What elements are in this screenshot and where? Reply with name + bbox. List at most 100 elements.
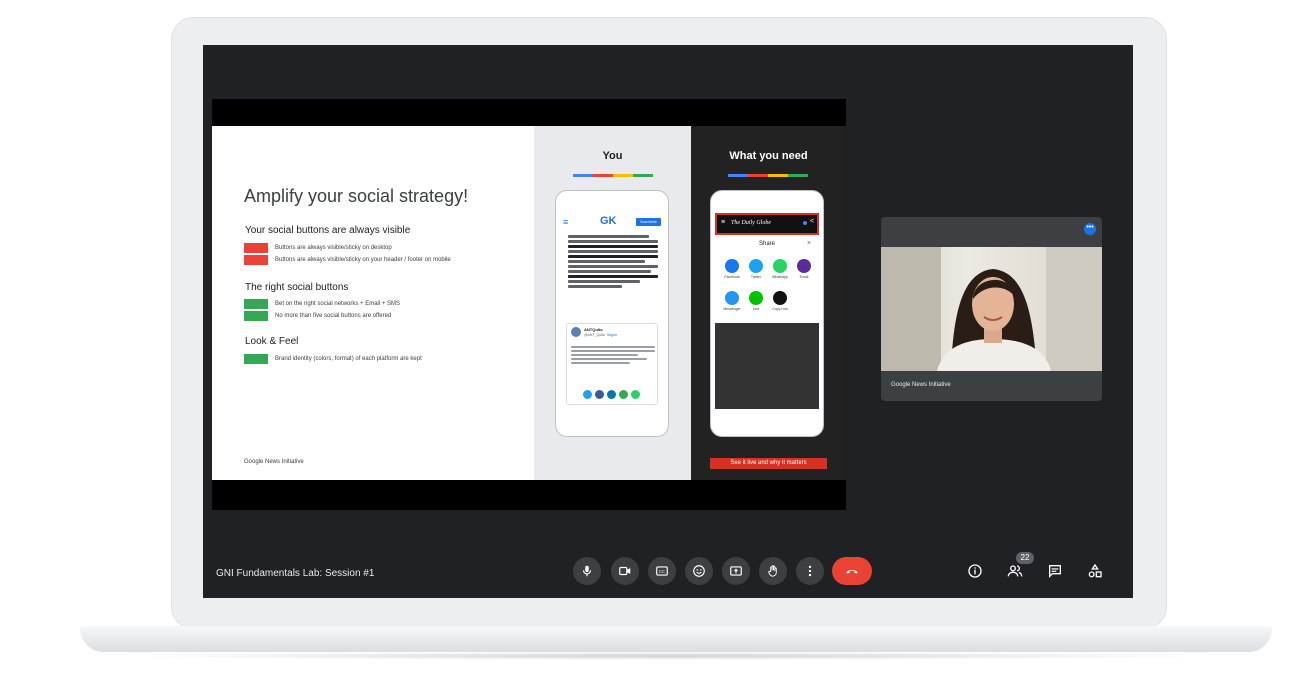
phone-screen: ≡ GK Suscríbete ANTQuito @ANT_Quito Segu… [560, 213, 664, 409]
whatsapp-icon[interactable] [631, 390, 640, 399]
meeting-details-button[interactable] [965, 561, 985, 581]
mic-icon [582, 565, 592, 577]
share-label: Whatsapp [772, 275, 788, 279]
laptop-base [80, 626, 1272, 652]
end-call-button[interactable] [832, 557, 872, 585]
share-label: Messenger [723, 307, 741, 311]
more-options-icon[interactable]: ••• [1084, 223, 1096, 235]
svg-text:CC: CC [659, 569, 665, 574]
bullet-text: Buttons are always visible/sticky on you… [275, 257, 451, 263]
linkedin-icon[interactable] [607, 390, 616, 399]
section-heading: Look & Feel [245, 336, 299, 347]
tweet-follow: Seguir [607, 333, 618, 337]
twitter-icon[interactable] [583, 390, 592, 399]
email-icon[interactable] [797, 259, 811, 273]
participant-name: Google News Initiative [891, 382, 951, 388]
status-bar [244, 354, 268, 364]
bullet-text: Bet on the right social networks + Email… [275, 301, 401, 307]
people-button[interactable] [1005, 561, 1025, 581]
people-icon [1007, 565, 1023, 577]
status-bar [244, 243, 268, 253]
presentation-stage: Amplify your social strategy! Your socia… [212, 99, 846, 510]
bullet-text: Brand identity (colors, format) of each … [275, 356, 422, 362]
tweet-name: ANTQuito [584, 327, 603, 332]
section-heading: Your social buttons are always visible [245, 225, 411, 236]
phone-screen: ≡ The Daily Globe < Share × Facebook Twi… [715, 213, 819, 409]
captions-icon: CC [656, 566, 668, 576]
line-icon[interactable] [749, 291, 763, 305]
meet-screen: Amplify your social strategy! Your socia… [203, 45, 1133, 598]
participant-figure [881, 247, 1102, 371]
slide-title: Amplify your social strategy! [244, 186, 469, 206]
present-button[interactable] [722, 557, 750, 585]
need-panel: What you need ≡ The Daily Globe < Share … [691, 126, 846, 480]
article-text [568, 233, 658, 290]
email-icon[interactable] [619, 390, 628, 399]
end-call-icon [846, 569, 858, 574]
status-bar [244, 311, 268, 321]
google-color-bar [573, 174, 653, 177]
need-label: What you need [729, 150, 808, 162]
gk-logo: GK [600, 215, 617, 227]
activities-button[interactable] [1085, 561, 1105, 581]
present-icon [730, 566, 742, 576]
camera-icon [619, 566, 631, 576]
facebook-icon[interactable] [595, 390, 604, 399]
status-bar [244, 299, 268, 309]
share-label: Line [752, 307, 760, 311]
bullet-text: Buttons are always visible/sticky on des… [275, 245, 392, 251]
raise-hand-icon [768, 565, 777, 577]
twitter-icon[interactable] [749, 259, 763, 273]
you-label: You [602, 150, 623, 162]
status-bar [244, 255, 268, 265]
participant-count-badge: 22 [1016, 552, 1034, 564]
chat-button[interactable] [1045, 561, 1065, 581]
mic-button[interactable] [573, 557, 601, 585]
share-label: Email [799, 275, 809, 279]
google-color-bar [728, 174, 808, 177]
captions-button[interactable]: CC [648, 557, 676, 585]
camera-button[interactable] [611, 557, 639, 585]
more-icon [808, 565, 812, 577]
share-sheet: Share × Facebook Twitter Whatsapp Email [715, 235, 819, 323]
whatsapp-icon[interactable] [773, 259, 787, 273]
share-buttons-row [583, 390, 640, 399]
emoji-icon [693, 565, 705, 577]
sticky-header: ≡ The Daily Globe < [715, 213, 819, 235]
share-label: Copy Link [772, 307, 788, 311]
you-panel: You ≡ GK Suscríbete ANTQuito @ANT_Quito … [534, 126, 691, 480]
info-icon [968, 564, 982, 578]
close-icon[interactable]: × [807, 240, 811, 247]
menu-icon: ≡ [563, 217, 569, 227]
activities-icon [1088, 563, 1102, 578]
chat-icon [1049, 565, 1061, 578]
laptop-shadow [120, 652, 1220, 660]
embedded-tweet: ANTQuito @ANT_Quito Seguir [566, 323, 658, 405]
share-label: Twitter [750, 275, 762, 279]
meeting-title: GNI Fundamentals Lab: Session #1 [216, 568, 375, 579]
gni-logo: Google News Initiative [244, 459, 304, 465]
participant-tile[interactable]: ••• Google News Initiative [881, 217, 1102, 401]
emoji-button[interactable] [685, 557, 713, 585]
cta-banner: See it live and why it matters [710, 458, 827, 469]
share-title: Share [758, 241, 775, 247]
tweet-body [571, 344, 655, 366]
phone-mockup-need: ≡ The Daily Globe < Share × Facebook Twi… [710, 190, 824, 437]
subscribe-button: Suscríbete [636, 218, 661, 226]
messenger-icon[interactable] [725, 291, 739, 305]
link-icon[interactable] [773, 291, 787, 305]
phone-mockup-you: ≡ GK Suscríbete ANTQuito @ANT_Quito Segu… [555, 190, 669, 437]
facebook-icon[interactable] [725, 259, 739, 273]
share-icon[interactable]: < [810, 218, 814, 225]
globe-masthead: The Daily Globe [731, 220, 771, 226]
more-options-button[interactable] [796, 557, 824, 585]
tweet-handle: @ANT_Quito [584, 333, 605, 337]
section-heading: The right social buttons [245, 282, 349, 293]
dot-icon [803, 221, 807, 225]
menu-icon: ≡ [721, 219, 726, 226]
raise-hand-button[interactable] [759, 557, 787, 585]
bullet-text: No more than five social buttons are off… [275, 313, 392, 319]
avatar [571, 327, 581, 337]
share-label: Facebook [724, 275, 740, 279]
participant-video [881, 247, 1102, 371]
